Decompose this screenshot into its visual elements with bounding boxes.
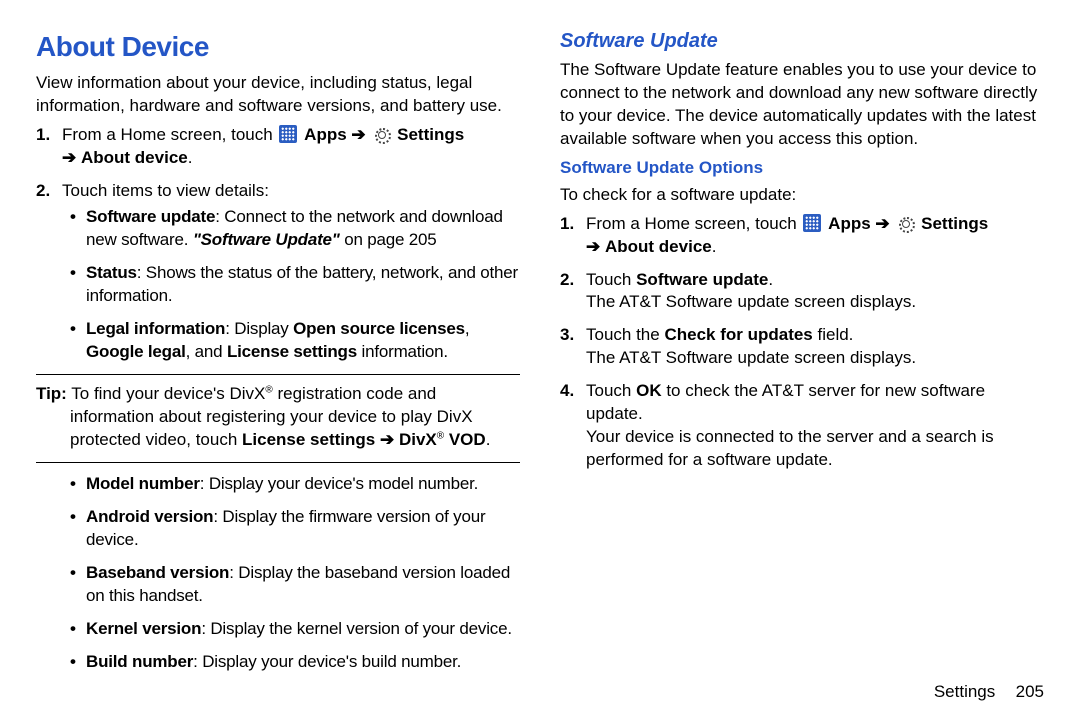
step-1-leadin: From a Home screen, touch [62, 125, 273, 144]
about-device-steps: 1. From a Home screen, touch Apps ➔ Sett… [36, 124, 520, 364]
bullet-kernel-version: Kernel version: Display the kernel versi… [86, 618, 520, 641]
intro-paragraph: View information about your device, incl… [36, 72, 520, 118]
detail-bullets-bottom: Model number: Display your device's mode… [36, 473, 520, 674]
manual-page: About Device View information about your… [0, 0, 1080, 720]
heading-about-device: About Device [36, 28, 520, 66]
settings-label: Settings [397, 125, 464, 144]
step-2-text: Touch items to view details: [62, 181, 269, 200]
bullet-android-version: Android version: Display the firmware ve… [86, 506, 520, 552]
heading-software-update: Software Update [560, 28, 1044, 55]
page-footer: Settings 205 [934, 681, 1044, 704]
apps-label: Apps [304, 125, 347, 144]
bullet-build-number: Build number: Display your device's buil… [86, 651, 520, 674]
arrow-icon: ➔ [586, 237, 600, 256]
su-step-1: 1. From a Home screen, touch Apps ➔ Sett… [586, 213, 1044, 259]
footer-section: Settings [934, 682, 995, 701]
two-column-body: About Device View information about your… [0, 0, 1080, 688]
software-update-paragraph: The Software Update feature enables you … [560, 59, 1044, 151]
arrow-icon: ➔ [875, 214, 889, 233]
su-step-4: 4. Touch OK to check the AT&T server for… [586, 380, 1044, 472]
gear-icon [372, 125, 390, 143]
detail-bullets-top: Software update: Connect to the network … [62, 206, 520, 364]
software-update-steps: 1. From a Home screen, touch Apps ➔ Sett… [560, 213, 1044, 472]
heading-software-update-options: Software Update Options [560, 157, 1044, 180]
tip-box: Tip: To find your device's DivX® registr… [36, 374, 520, 463]
tip-body: information about registering your devic… [36, 406, 520, 452]
bullet-status: Status: Shows the status of the battery,… [86, 262, 520, 308]
arrow-icon: ➔ [351, 125, 365, 144]
about-device-label: About device [81, 148, 188, 167]
footer-page-number: 205 [1000, 681, 1044, 704]
step-1: 1. From a Home screen, touch Apps ➔ Sett… [62, 124, 520, 170]
gear-icon [896, 214, 914, 232]
check-update-leadin: To check for a software update: [560, 184, 1044, 207]
su-step-2: 2. Touch Software update. The AT&T Softw… [586, 269, 1044, 315]
su-step-3: 3. Touch the Check for updates field. Th… [586, 324, 1044, 370]
bullet-legal-information: Legal information: Display Open source l… [86, 318, 520, 364]
arrow-icon: ➔ [62, 148, 76, 167]
bullet-baseband-version: Baseband version: Display the baseband v… [86, 562, 520, 608]
tip-label: Tip: [36, 384, 67, 403]
bullet-model-number: Model number: Display your device's mode… [86, 473, 520, 496]
bullet-software-update: Software update: Connect to the network … [86, 206, 520, 252]
apps-icon [803, 214, 821, 232]
step-2: 2. Touch items to view details: Software… [62, 180, 520, 365]
apps-icon [279, 125, 297, 143]
